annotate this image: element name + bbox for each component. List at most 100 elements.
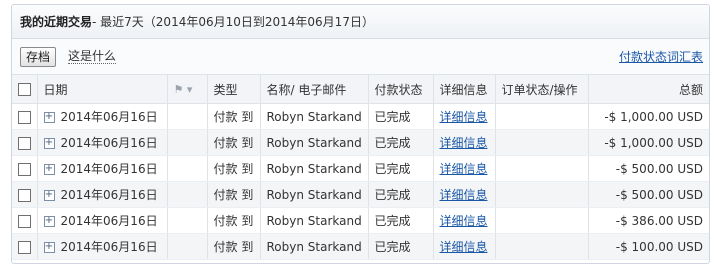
expand-plus-icon[interactable]: + bbox=[43, 190, 55, 201]
payment-status-glossary-link[interactable]: 付款状态词汇表 bbox=[619, 48, 703, 65]
order-status-cell bbox=[494, 181, 588, 208]
date-cell: +2014年06月16日 bbox=[36, 181, 167, 208]
column-flag[interactable]: ⚑ ▾ bbox=[166, 75, 207, 104]
order-status-cell bbox=[494, 103, 588, 130]
column-type[interactable]: 类型 bbox=[206, 75, 260, 104]
select-all-checkbox[interactable] bbox=[18, 83, 31, 96]
row-select-cell bbox=[12, 181, 37, 208]
toolbar: 存档 这是什么 付款状态词汇表 bbox=[12, 39, 709, 75]
flag-cell bbox=[166, 129, 207, 156]
table-row: +2014年06月16日 付款 到 Robyn Starkand 已完成 详细信… bbox=[12, 103, 709, 130]
row-date: 2014年06月16日 bbox=[60, 110, 158, 124]
row-total: -$ 1,000.00 USD bbox=[587, 103, 709, 130]
column-name-email[interactable]: 名称/ 电子邮件 bbox=[259, 75, 368, 104]
panel-title: 我的近期交易 bbox=[20, 15, 93, 29]
recent-transactions-panel: 我的近期交易 - 最近7天（2014年06月10日到2014年06月17日） 存… bbox=[11, 4, 710, 264]
row-date: 2014年06月16日 bbox=[60, 162, 158, 176]
row-select-cell bbox=[12, 129, 37, 156]
flag-cell bbox=[166, 207, 207, 234]
row-checkbox[interactable] bbox=[18, 136, 31, 150]
row-status: 已完成 bbox=[367, 103, 433, 130]
date-cell: +2014年06月16日 bbox=[36, 155, 167, 182]
expand-plus-icon[interactable]: + bbox=[43, 216, 55, 227]
details-cell: 详细信息 bbox=[432, 181, 495, 208]
row-type: 付款 到 bbox=[206, 129, 260, 156]
date-cell: +2014年06月16日 bbox=[36, 129, 167, 156]
column-order-status: 订单状态/操作 bbox=[494, 75, 588, 104]
flag-cell bbox=[166, 103, 207, 130]
details-cell: 详细信息 bbox=[432, 233, 495, 260]
row-checkbox[interactable] bbox=[18, 214, 31, 228]
row-checkbox[interactable] bbox=[18, 188, 31, 202]
column-details: 详细信息 bbox=[432, 75, 495, 104]
row-status: 已完成 bbox=[367, 233, 433, 260]
row-checkbox[interactable] bbox=[18, 240, 31, 254]
row-total: -$ 100.00 USD bbox=[587, 233, 709, 260]
column-payment-status[interactable]: 付款状态 bbox=[367, 75, 433, 104]
date-cell: +2014年06月16日 bbox=[36, 103, 167, 130]
row-type: 付款 到 bbox=[206, 233, 260, 260]
details-link[interactable]: 详细信息 bbox=[440, 214, 488, 228]
row-date: 2014年06月16日 bbox=[60, 188, 158, 202]
flag-cell bbox=[166, 155, 207, 182]
details-link[interactable]: 详细信息 bbox=[440, 110, 488, 124]
order-status-cell bbox=[494, 129, 588, 156]
table-row: +2014年06月16日 付款 到 Robyn Starkand 已完成 详细信… bbox=[12, 129, 709, 156]
row-name: Robyn Starkand bbox=[259, 233, 368, 260]
order-status-cell bbox=[494, 155, 588, 182]
row-date: 2014年06月16日 bbox=[60, 214, 158, 228]
row-select-cell bbox=[12, 207, 37, 234]
row-status: 已完成 bbox=[367, 155, 433, 182]
details-cell: 详细信息 bbox=[432, 103, 495, 130]
details-link[interactable]: 详细信息 bbox=[440, 240, 488, 254]
transactions-table: 日期 ⚑ ▾ 类型 名称/ 电子邮件 付款状态 详细信息 订单状态/操作 总额 … bbox=[12, 75, 709, 260]
table-row: +2014年06月16日 付款 到 Robyn Starkand 已完成 详细信… bbox=[12, 207, 709, 234]
date-cell: +2014年06月16日 bbox=[36, 233, 167, 260]
expand-plus-icon[interactable]: + bbox=[43, 242, 55, 253]
expand-plus-icon[interactable]: + bbox=[43, 112, 55, 123]
row-select-cell bbox=[12, 233, 37, 260]
column-date[interactable]: 日期 bbox=[36, 75, 167, 104]
select-all-cell bbox=[12, 75, 37, 104]
row-checkbox[interactable] bbox=[18, 110, 31, 124]
flag-icon[interactable]: ⚑ ▾ bbox=[174, 83, 193, 96]
row-total: -$ 386.00 USD bbox=[587, 207, 709, 234]
details-link[interactable]: 详细信息 bbox=[440, 136, 488, 150]
row-name: Robyn Starkand bbox=[259, 129, 368, 156]
order-status-cell bbox=[494, 233, 588, 260]
row-total: -$ 500.00 USD bbox=[587, 155, 709, 182]
row-status: 已完成 bbox=[367, 181, 433, 208]
table-header-row: 日期 ⚑ ▾ 类型 名称/ 电子邮件 付款状态 详细信息 订单状态/操作 总额 bbox=[12, 75, 709, 104]
row-name: Robyn Starkand bbox=[259, 181, 368, 208]
flag-cell bbox=[166, 233, 207, 260]
details-link[interactable]: 详细信息 bbox=[440, 162, 488, 176]
row-name: Robyn Starkand bbox=[259, 103, 368, 130]
row-checkbox[interactable] bbox=[18, 162, 31, 176]
column-total[interactable]: 总额 bbox=[587, 75, 709, 104]
row-status: 已完成 bbox=[367, 129, 433, 156]
row-select-cell bbox=[12, 155, 37, 182]
order-status-cell bbox=[494, 207, 588, 234]
row-type: 付款 到 bbox=[206, 155, 260, 182]
row-type: 付款 到 bbox=[206, 103, 260, 130]
row-total: -$ 1,000.00 USD bbox=[587, 129, 709, 156]
archive-button[interactable]: 存档 bbox=[20, 46, 57, 67]
row-date: 2014年06月16日 bbox=[60, 136, 158, 150]
expand-plus-icon[interactable]: + bbox=[43, 164, 55, 175]
details-cell: 详细信息 bbox=[432, 155, 495, 182]
row-total: -$ 500.00 USD bbox=[587, 181, 709, 208]
table-row: +2014年06月16日 付款 到 Robyn Starkand 已完成 详细信… bbox=[12, 181, 709, 208]
expand-plus-icon[interactable]: + bbox=[43, 138, 55, 149]
row-type: 付款 到 bbox=[206, 207, 260, 234]
row-name: Robyn Starkand bbox=[259, 207, 368, 234]
row-type: 付款 到 bbox=[206, 181, 260, 208]
row-name: Robyn Starkand bbox=[259, 155, 368, 182]
flag-cell bbox=[166, 181, 207, 208]
details-link[interactable]: 详细信息 bbox=[440, 188, 488, 202]
details-cell: 详细信息 bbox=[432, 207, 495, 234]
what-is-this-link[interactable]: 这是什么 bbox=[68, 49, 117, 64]
row-select-cell bbox=[12, 103, 37, 130]
details-cell: 详细信息 bbox=[432, 129, 495, 156]
table-row: +2014年06月16日 付款 到 Robyn Starkand 已完成 详细信… bbox=[12, 155, 709, 182]
row-status: 已完成 bbox=[367, 207, 433, 234]
